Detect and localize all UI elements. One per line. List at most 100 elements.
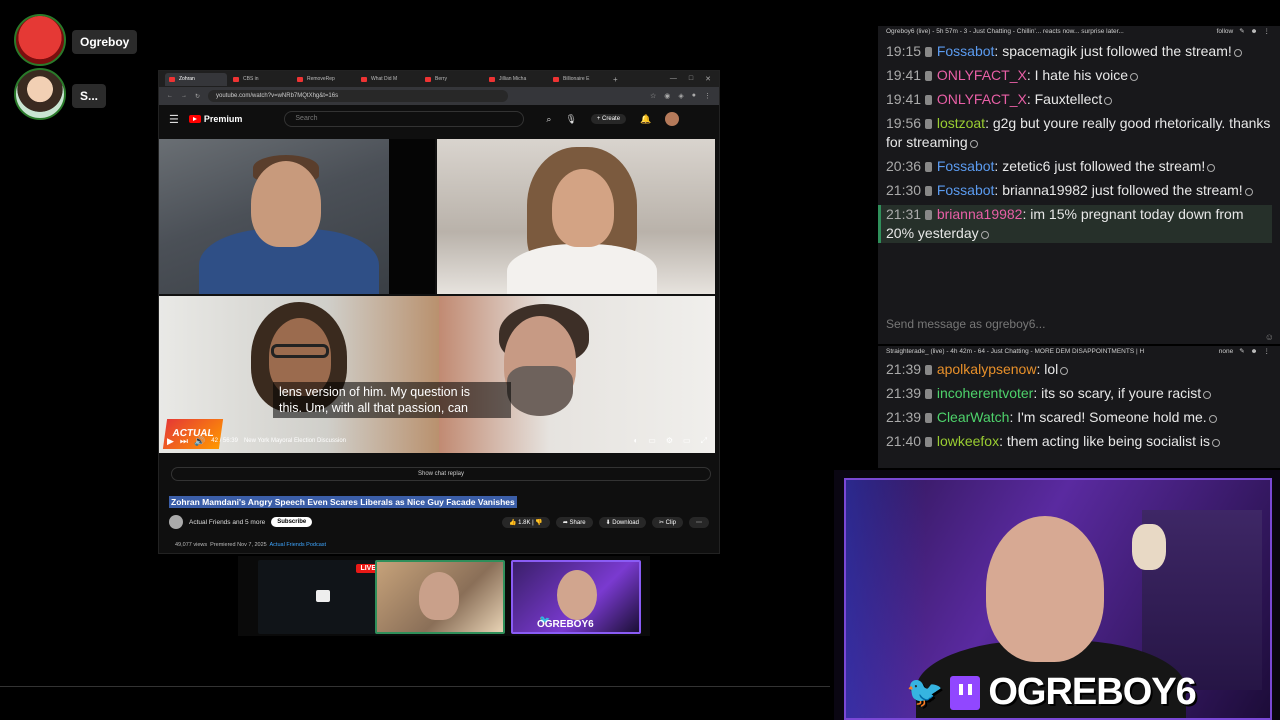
share-button[interactable]: ➦ Share bbox=[555, 516, 593, 528]
settings-icon[interactable]: ⚙ bbox=[666, 436, 673, 446]
fullscreen-icon[interactable]: ⤢ bbox=[701, 436, 707, 446]
download-label: Download bbox=[612, 519, 639, 526]
reply-icon[interactable] bbox=[1203, 391, 1212, 399]
delete-icon[interactable] bbox=[924, 413, 932, 423]
show-chat-replay-button[interactable]: Show chat replay bbox=[171, 467, 711, 481]
reply-icon[interactable] bbox=[1208, 415, 1217, 423]
caption-line: this. Um, with all that passion, can bbox=[279, 401, 468, 415]
reply-icon[interactable] bbox=[1233, 49, 1242, 57]
microphone-icon[interactable]: 🎙 bbox=[565, 114, 576, 125]
channel-avatar[interactable] bbox=[169, 515, 183, 529]
extension-icon[interactable]: ◉ bbox=[664, 92, 670, 100]
youtube-play-icon bbox=[188, 115, 201, 123]
browser-tab[interactable]: What Did M bbox=[357, 73, 419, 86]
extension-icon[interactable]: ◈ bbox=[678, 92, 683, 100]
like-button[interactable]: 👍 1.8K | 👎 bbox=[501, 516, 550, 528]
delete-icon[interactable] bbox=[924, 389, 932, 399]
star-icon[interactable]: ☆ bbox=[650, 92, 656, 100]
users-icon[interactable]: ☻ bbox=[1251, 346, 1258, 358]
chat-bubble-icon bbox=[316, 590, 330, 602]
menu-icon[interactable]: ⋮ bbox=[1264, 26, 1271, 38]
reply-icon[interactable] bbox=[980, 231, 989, 239]
next-icon[interactable]: ⏭ bbox=[180, 436, 188, 447]
forward-icon[interactable]: → bbox=[181, 93, 187, 99]
search-input[interactable]: Search bbox=[284, 111, 525, 127]
notifications-icon[interactable]: 🔔 bbox=[640, 114, 651, 125]
chat-input[interactable]: Send message as ogreboy6... bbox=[878, 312, 1280, 336]
clip-button[interactable]: ✂ Clip bbox=[651, 516, 683, 528]
message-username[interactable]: lostzoat bbox=[937, 115, 985, 131]
url-field[interactable]: youtube.com/watch?v=wNRb7MQtXhg&t=16s bbox=[208, 90, 509, 102]
reply-icon[interactable] bbox=[1060, 367, 1069, 375]
message-username[interactable]: Fossabot bbox=[937, 43, 995, 59]
message-username[interactable]: Fossabot bbox=[937, 182, 995, 198]
reply-icon[interactable] bbox=[969, 140, 978, 148]
video-player[interactable]: ACTUAL lens version of him. My question … bbox=[159, 139, 715, 453]
delete-icon[interactable] bbox=[924, 186, 932, 196]
profile-icon[interactable]: ● bbox=[692, 92, 696, 100]
browser-tab[interactable]: Berry bbox=[421, 73, 483, 86]
message-username[interactable]: incoherentvoter bbox=[937, 385, 1034, 401]
close-icon[interactable]: ✕ bbox=[705, 75, 711, 83]
message-username[interactable]: Fossabot bbox=[937, 158, 995, 174]
maximize-icon[interactable]: □ bbox=[689, 75, 693, 83]
volume-icon[interactable]: 🔊 bbox=[194, 436, 205, 447]
chapter-label[interactable]: New York Mayoral Election Discussion bbox=[244, 438, 346, 444]
reload-icon[interactable]: ↻ bbox=[195, 93, 200, 100]
browser-tab[interactable]: Zohran bbox=[165, 72, 227, 86]
thumbnail-streamer[interactable]: 🐦 OGREBOY6 bbox=[511, 560, 641, 634]
theater-icon[interactable]: ▭ bbox=[683, 436, 691, 446]
back-icon[interactable]: ← bbox=[167, 93, 173, 99]
menu-icon[interactable]: ⋮ bbox=[1264, 346, 1271, 358]
channel-tag-link[interactable]: Actual Friends Podcast bbox=[270, 542, 327, 548]
new-tab-icon[interactable]: + bbox=[613, 75, 618, 84]
play-icon[interactable]: ▶ bbox=[167, 436, 174, 447]
account-avatar[interactable] bbox=[665, 112, 680, 126]
delete-icon[interactable] bbox=[924, 119, 932, 129]
message-username[interactable]: lowkeefox bbox=[937, 433, 999, 449]
reply-icon[interactable] bbox=[1211, 439, 1220, 447]
autoplay-toggle[interactable]: ◐ bbox=[633, 436, 638, 446]
menu-icon[interactable]: ⋮ bbox=[704, 92, 711, 100]
message-username[interactable]: apolkalypsenow bbox=[937, 361, 1037, 377]
browser-tab[interactable]: Jillian Micha bbox=[485, 73, 547, 86]
users-icon[interactable]: ☻ bbox=[1251, 26, 1258, 38]
delete-icon[interactable] bbox=[924, 210, 932, 220]
browser-tab[interactable]: RemoveRep bbox=[293, 73, 355, 86]
delete-icon[interactable] bbox=[924, 95, 932, 105]
pencil-icon[interactable]: ✎ bbox=[1239, 26, 1244, 38]
thumbnail-guest[interactable] bbox=[375, 560, 505, 634]
reply-icon[interactable] bbox=[1130, 73, 1138, 81]
chat-message: 21:39 apolkalypsenow: lol bbox=[886, 360, 1272, 379]
delete-icon[interactable] bbox=[924, 365, 932, 375]
delete-icon[interactable] bbox=[924, 437, 932, 447]
message-username[interactable]: ONLYFACT_X bbox=[937, 91, 1027, 107]
reply-icon[interactable] bbox=[1207, 164, 1216, 172]
pencil-icon[interactable]: ✎ bbox=[1239, 346, 1244, 358]
message-username[interactable]: brianna19982 bbox=[937, 206, 1023, 222]
delete-icon[interactable] bbox=[924, 71, 932, 81]
youtube-logo[interactable]: Premium bbox=[188, 114, 242, 124]
message-username[interactable]: ClearWatch bbox=[937, 409, 1010, 425]
message-username[interactable]: ONLYFACT_X bbox=[937, 67, 1027, 83]
message-text: spacemagik just followed the stream! bbox=[1002, 43, 1232, 59]
delete-icon[interactable] bbox=[924, 162, 932, 172]
browser-tab[interactable]: Billionaire E bbox=[549, 73, 611, 86]
minimize-icon[interactable]: — bbox=[670, 75, 677, 83]
hamburger-icon[interactable]: ☰ bbox=[169, 113, 179, 126]
reply-icon[interactable] bbox=[1244, 188, 1253, 196]
thumbnail-screen[interactable]: LIVE bbox=[258, 560, 388, 634]
download-button[interactable]: ⬇ Download bbox=[598, 516, 646, 528]
delete-icon[interactable] bbox=[924, 47, 932, 57]
browser-tab[interactable]: CBS in bbox=[229, 73, 291, 86]
follow-link[interactable]: follow bbox=[1217, 26, 1234, 38]
channel-name[interactable]: Actual Friends and 5 more bbox=[189, 519, 265, 526]
more-actions-icon[interactable]: ⋯ bbox=[689, 516, 709, 528]
captions-icon[interactable]: ▭ bbox=[648, 436, 656, 446]
emote-icon[interactable]: ☺ bbox=[1265, 332, 1274, 342]
message-text: Fauxtellect bbox=[1034, 91, 1103, 107]
reply-icon[interactable] bbox=[1104, 97, 1113, 105]
subscribe-button[interactable]: Subscribe bbox=[271, 517, 313, 527]
create-button[interactable]: + Create bbox=[590, 114, 627, 124]
search-icon[interactable]: ⌕ bbox=[546, 114, 551, 125]
